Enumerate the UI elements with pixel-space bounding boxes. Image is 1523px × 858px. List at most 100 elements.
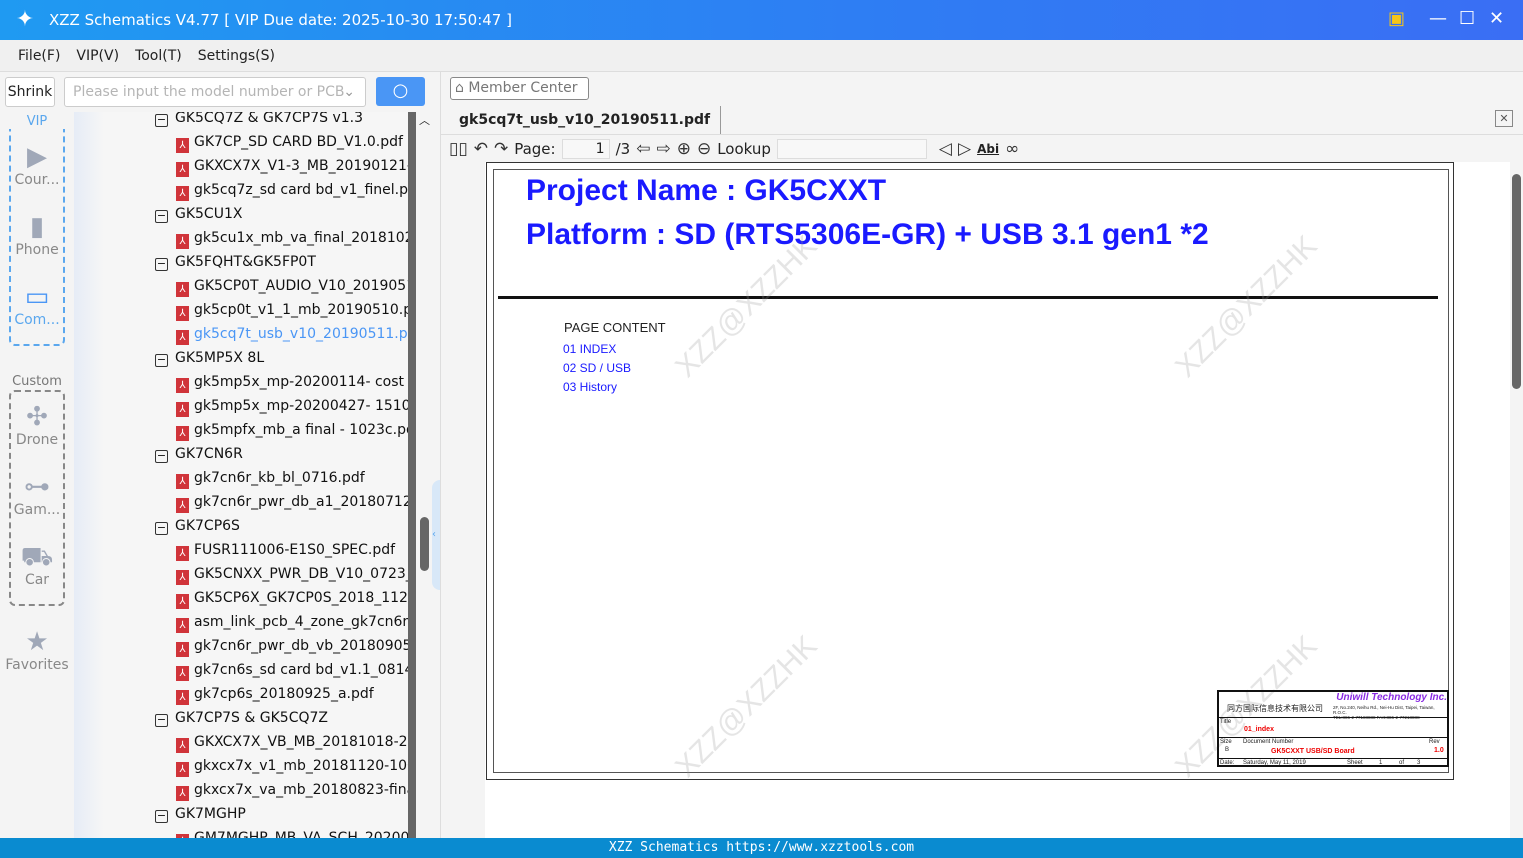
pdf-icon: ⅄ [176, 690, 189, 705]
tree-file[interactable]: ⅄ FUSR111006-E1S0_SPEC.pdf [176, 538, 395, 562]
page-input[interactable]: 1 [561, 138, 610, 159]
scroll-up-icon[interactable]: ︿ [419, 112, 430, 128]
tree-folder[interactable]: − GK5CU1X [155, 202, 242, 226]
collapse-icon[interactable]: − [155, 522, 168, 535]
tree-file[interactable]: ⅄ gk5cq7t_usb_v10_20190511.pdf [176, 322, 408, 346]
two-page-icon[interactable]: ▯▯ [449, 139, 468, 159]
menu-vip[interactable]: VIP(V) [76, 48, 119, 64]
tree-file[interactable]: ⅄GM7MGHP_MB_VA_SCH_20200 [176, 826, 408, 838]
tree-file[interactable]: ⅄ gk5mp5x_mp-20200114- cost .p [176, 370, 408, 394]
menu-settings[interactable]: Settings(S) [198, 48, 275, 64]
tree-file[interactable]: ⅄ gk5cp0t_v1_1_mb_20190510.pdf [176, 298, 408, 322]
tree-file[interactable]: ⅄ GK5CP0T_AUDIO_V10_20190514 [176, 274, 408, 298]
page-link[interactable]: 02 SD / USB [563, 361, 631, 375]
tree-label: GK7CP7S & GK5CQ7Z [175, 710, 328, 726]
chevron-down-icon[interactable]: ⌄ [343, 78, 355, 106]
tree-label: gkxcx7x_v1_mb_20181120-1000 [194, 758, 408, 774]
scrollbar-thumb[interactable] [420, 517, 429, 571]
viewer-scrollbar[interactable] [1510, 162, 1523, 838]
tree-file[interactable]: ⅄ GK5CNXX_PWR_DB_V10_0723_1 [176, 562, 408, 586]
find-prev-icon[interactable]: ◁ [939, 139, 952, 159]
sheet-title: 01_index [1244, 726, 1274, 733]
binoculars-icon[interactable]: ∞ [1005, 139, 1019, 159]
tree-folder[interactable]: − GK7CN6R [155, 442, 243, 466]
favorites-button[interactable]: ★ Favorites [0, 627, 74, 673]
search-input[interactable]: Please input the model number or PCB ⌄ [64, 77, 366, 107]
page-total: /3 [615, 139, 631, 158]
tree-folder[interactable]: − GK5MP5X 8L [155, 346, 264, 370]
tree-file[interactable]: ⅄ GKXCX7X_VB_MB_20181018-230 [176, 730, 408, 754]
tree-file[interactable]: ⅄ GK5CP6X_GK7CP0S_2018_1121.p [176, 586, 408, 610]
title-label: Title [1220, 719, 1232, 725]
tree-file[interactable]: ⅄ gk7cn6s_sd card bd_v1.1_0814.p [176, 658, 408, 682]
tree-label: GK5CU1X [175, 206, 243, 222]
tree-file[interactable]: ⅄ gk7cn6r_pwr_db_a1_20180712.p [176, 490, 408, 514]
tree-label: GKXCX7X_VB_MB_20181018-230 [194, 734, 408, 750]
zoom-in-icon[interactable]: ⊕ [677, 139, 691, 159]
collapse-icon[interactable]: − [155, 714, 168, 727]
tree-file[interactable]: ⅄ GK7CP_SD CARD BD_V1.0.pdf [176, 130, 403, 154]
category-car[interactable]: ⛟ Car [0, 542, 74, 588]
pdf-icon: ⅄ [176, 138, 189, 153]
tree-file[interactable]: ⅄ gk7cn6r_kb_bl_0716.pdf [176, 466, 365, 490]
category-drone[interactable]: ✣ Drone [0, 402, 74, 448]
tree-file[interactable]: ⅄ gk5cq7z_sd card bd_v1_finel.pdf [176, 178, 408, 202]
collapse-icon[interactable]: − [155, 258, 168, 271]
tree-label: gk7cn6r_pwr_db_vb_20180905 [194, 638, 408, 654]
prev-page-icon[interactable]: ⇦ [636, 139, 650, 159]
laptop-icon: ▭ [24, 282, 50, 312]
close-tab-button[interactable]: ✕ [1495, 110, 1513, 127]
lookup-input[interactable] [776, 138, 927, 159]
tree-file[interactable]: ⅄ gk5mp5x_mp-20200427- 1510fi [176, 394, 408, 418]
panel-divider[interactable] [408, 112, 416, 838]
close-button[interactable]: ✕ [1489, 8, 1504, 29]
maximize-button[interactable]: ☐ [1459, 8, 1475, 29]
tree-file[interactable]: ⅄ gkxcx7x_v1_mb_20181120-1000 [176, 754, 408, 778]
home-icon: ⌂ [455, 80, 464, 96]
tree-folder[interactable]: − GK7CP6S [155, 514, 240, 538]
page-link[interactable]: 03 History [563, 380, 617, 394]
category-courses[interactable]: ▶ Cour... [0, 142, 74, 188]
tree-file[interactable]: ⅄ GKXCX7X_V1-3_MB_20190121-F [176, 154, 408, 178]
tree-file[interactable]: ⅄ gk5mpfx_mb_a final - 1023c.pdf [176, 418, 408, 442]
tree-folder[interactable]: − GK7CP7S & GK5CQ7Z [155, 706, 328, 730]
tree-file[interactable]: ⅄ gk5cu1x_mb_va_final_20181026 [176, 226, 408, 250]
category-computer[interactable]: ▭ Com... [0, 282, 74, 328]
tree-file[interactable]: ⅄ gk7cp6s_20180925_a.pdf [176, 682, 374, 706]
find-next-icon[interactable]: ▷ [958, 139, 971, 159]
collapse-icon[interactable]: − [155, 354, 168, 367]
member-center-button[interactable]: ⌂ Member Center [450, 77, 589, 100]
collapse-icon[interactable]: − [155, 210, 168, 223]
collapse-panel-button[interactable]: ‹ [432, 480, 440, 590]
tree-folder[interactable]: − GK5FQHT&GK5FP0T [155, 250, 316, 274]
minimize-button[interactable]: — [1429, 8, 1447, 29]
category-games[interactable]: ⊶ Gam... [0, 472, 74, 518]
menu-file[interactable]: File(F) [18, 48, 60, 64]
tree-file[interactable]: ⅄ asm_link_pcb_4_zone_gk7cn6r_ [176, 610, 408, 634]
shrink-button[interactable]: Shrink [5, 77, 55, 107]
member-center-label: Member Center [468, 80, 578, 96]
collapse-icon[interactable]: − [155, 450, 168, 463]
tree-scrollbar[interactable]: ︿ [418, 112, 432, 838]
scrollbar-thumb[interactable] [1512, 174, 1521, 389]
collapse-icon[interactable]: − [155, 114, 168, 127]
collapse-icon[interactable]: − [155, 810, 168, 823]
vip-bag-icon[interactable]: ▣ [1388, 8, 1405, 29]
schematic-sheet: Project Name : GK5CXXT Platform : SD (RT… [486, 162, 1454, 784]
rotate-right-icon[interactable]: ↷ [494, 139, 508, 159]
tree-folder[interactable]: − GK5CQ7Z & GK7CP7S v1.3 [155, 112, 363, 130]
search-button[interactable]: ○ [376, 77, 425, 106]
page-link[interactable]: 01 INDEX [563, 342, 616, 356]
tab-document[interactable]: gk5cq7t_usb_v10_20190511.pdf [441, 106, 722, 134]
zoom-out-icon[interactable]: ⊖ [697, 139, 711, 159]
search-placeholder: Please input the model number or PCB [73, 84, 345, 100]
tree-file[interactable]: ⅄ gk7cn6r_pwr_db_vb_20180905 [176, 634, 408, 658]
category-phone[interactable]: ▮ Phone [0, 212, 74, 258]
tree-folder[interactable]: − GK7MGHP [155, 802, 246, 826]
tree-file[interactable]: ⅄ gkxcx7x_va_mb_20180823-final. [176, 778, 408, 802]
tree-label: GK5CP6X_GK7CP0S_2018_1121.p [194, 590, 408, 606]
next-page-icon[interactable]: ⇨ [656, 139, 670, 159]
match-case-icon[interactable]: Abi [977, 142, 999, 156]
rotate-left-icon[interactable]: ↶ [474, 139, 488, 159]
menu-tool[interactable]: Tool(T) [135, 48, 182, 64]
